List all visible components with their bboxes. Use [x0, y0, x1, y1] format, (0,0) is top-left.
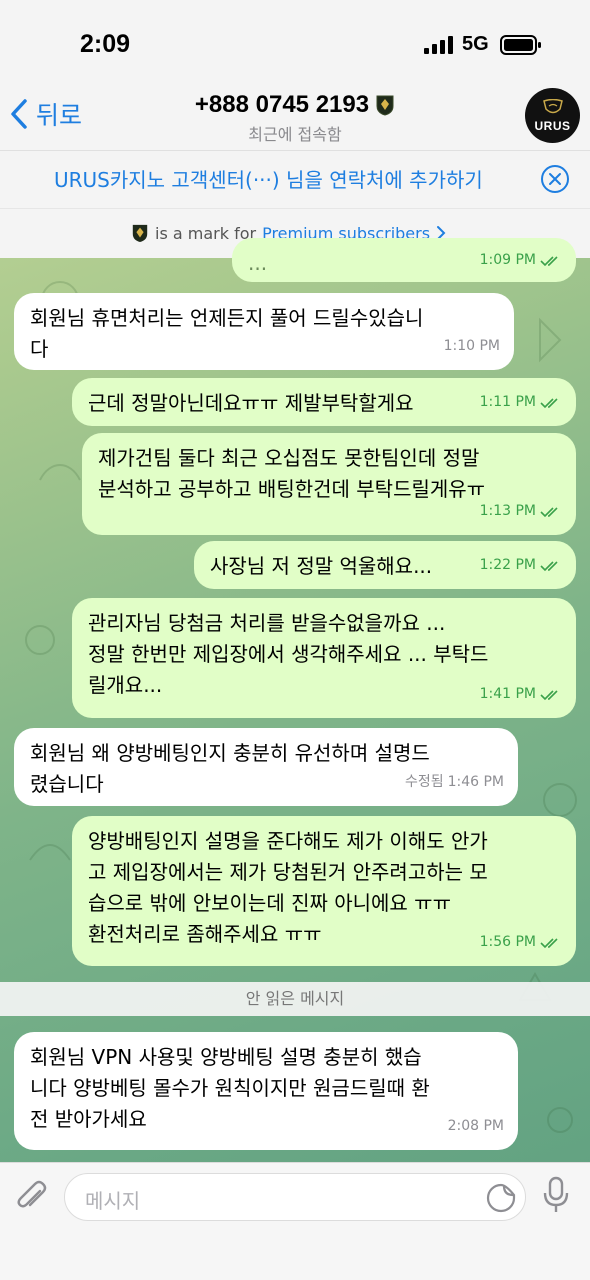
chat-title: +888 0745 2193: [194, 91, 370, 118]
last-seen-status: 최근에 접속함: [248, 125, 342, 144]
signal-icon: [424, 36, 453, 54]
premium-text: is a mark for: [155, 223, 257, 243]
message-bubble-incoming[interactable]: 회원님 왜 양방베팅인지 충분히 유선하며 설명드 렸습니다 수정됨 1:46 P…: [14, 728, 518, 806]
message-time: 1:13 PM: [479, 503, 536, 519]
read-check-icon: [540, 689, 558, 700]
read-check-icon: [540, 560, 558, 571]
message-time: 1:41 PM: [479, 686, 536, 702]
bull-logo-icon: [542, 98, 563, 113]
message-text: 회원님 VPN 사용및 양방베팅 설명 충분히 했습 니다 양방베팅 몰수가 원…: [30, 1045, 430, 1131]
message-time: 1:09 PM: [479, 252, 536, 268]
add-contact-banner[interactable]: URUS카지노 고객센터(···) 님을 연락처에 추가하기: [0, 150, 590, 208]
message-time: 1:22 PM: [479, 557, 536, 573]
read-check-icon: [540, 397, 558, 408]
message-time: 2:08 PM: [447, 1118, 504, 1134]
back-button[interactable]: 뒤로: [10, 96, 82, 132]
chat-header: 뒤로 +888 0745 2193 최근에 접속함 URUS: [0, 88, 590, 150]
microphone-icon[interactable]: [541, 1175, 571, 1215]
message-bubble-outgoing[interactable]: 근데 정말아닌데요ㅠㅠ 제발부탁할게요 1:11 PM: [72, 378, 576, 426]
sticker-icon[interactable]: [485, 1182, 517, 1214]
message-time: 1:10 PM: [443, 338, 500, 354]
message-bubble-outgoing[interactable]: 제가건팀 둘다 최근 오십점도 못한팀인데 정말 분석하고 공부하고 배팅한건데…: [82, 433, 576, 535]
avatar-text: URUS: [534, 118, 571, 133]
chevron-left-icon: [11, 99, 27, 129]
message-input-placeholder: 메시지: [85, 1189, 141, 1213]
message-bubble-incoming[interactable]: 회원님 VPN 사용및 양방베팅 설명 충분히 했습 니다 양방베팅 몰수가 원…: [14, 1032, 518, 1150]
emoji-status-icon: [376, 95, 394, 116]
message-time: 1:11 PM: [479, 394, 536, 410]
chat-title-area[interactable]: +888 0745 2193 최근에 접속함: [150, 88, 440, 145]
read-check-icon: [540, 937, 558, 948]
message-bubble-outgoing[interactable]: 관리자님 당첨금 처리를 받을수없을까요 ... 정말 한번만 제입장에서 생각…: [72, 598, 576, 718]
status-bar: 2:09 5G: [0, 0, 590, 88]
message-composer: 메시지: [0, 1162, 590, 1280]
message-time: 1:46 PM: [447, 774, 504, 790]
read-check-icon: [540, 255, 558, 266]
battery-icon: [500, 35, 541, 55]
unread-messages-divider: 안 읽은 메시지: [0, 982, 590, 1016]
add-contact-text[interactable]: URUS카지노 고객센터(···) 님을 연락처에 추가하기: [54, 164, 483, 193]
emoji-status-icon: [132, 224, 148, 242]
status-time: 2:09: [80, 30, 131, 58]
message-input[interactable]: 메시지: [64, 1173, 526, 1221]
message-bubble-outgoing[interactable]: ... 1:09 PM: [232, 238, 576, 282]
contact-avatar[interactable]: URUS: [525, 88, 580, 143]
back-label: 뒤로: [36, 101, 83, 130]
message-bubble-outgoing[interactable]: 양방배팅인지 설명을 준다해도 제가 이해도 안가 고 제입장에서는 제가 당첨…: [72, 816, 576, 966]
message-bubble-incoming[interactable]: 회원님 휴면처리는 언제든지 풀어 드릴수있습니 다 1:10 PM: [14, 293, 514, 370]
edited-label: 수정됨: [404, 774, 444, 790]
read-check-icon: [540, 506, 558, 517]
message-text: 회원님 휴면처리는 언제든지 풀어 드릴수있습니 다: [30, 306, 424, 361]
attachment-icon[interactable]: [14, 1177, 50, 1217]
message-time: 1:56 PM: [479, 934, 536, 950]
message-bubble-outgoing[interactable]: 사장님 저 정말 억울해요... 1:22 PM: [194, 541, 576, 589]
close-icon[interactable]: [540, 164, 570, 194]
network-type: 5G: [462, 33, 489, 55]
